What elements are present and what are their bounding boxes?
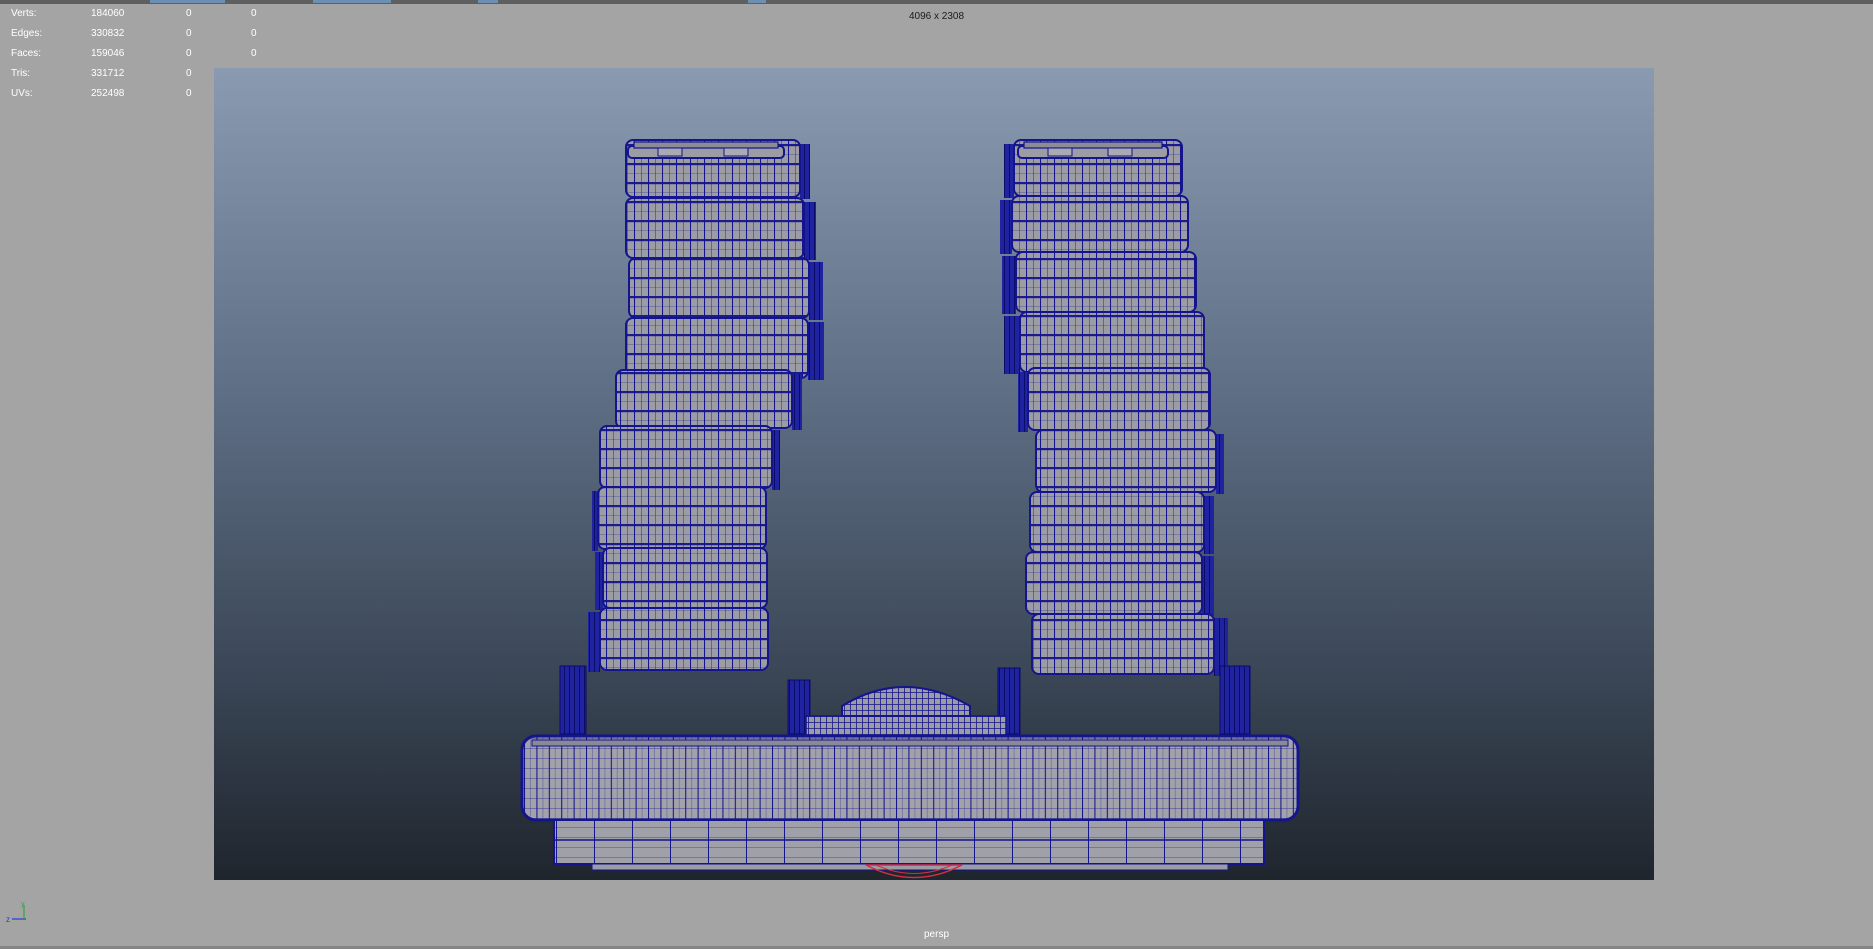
rooftop-unit	[1107, 147, 1133, 157]
hud-label: Edges:	[11, 28, 43, 39]
tower-side-fins	[1204, 496, 1214, 554]
rooftop-unit	[657, 147, 683, 157]
toolbar-strip-mark	[150, 0, 225, 3]
tower-floor-block	[1025, 551, 1203, 615]
tower-side-fins	[1000, 200, 1012, 254]
tower-floor-block	[1019, 311, 1205, 373]
hud-value-selected: 0	[186, 88, 192, 99]
tower-side-fins	[595, 552, 603, 610]
tower-side-fins	[1018, 372, 1028, 432]
tower-floor-block	[625, 197, 805, 259]
tower-floor-block	[615, 369, 793, 429]
tower-floor-block	[602, 547, 768, 609]
hud-value-extra: 0	[251, 28, 257, 39]
right-rooftop	[1017, 141, 1169, 159]
resolution-gate-label: 4096 x 2308	[908, 11, 965, 22]
podium-cornice	[531, 739, 1289, 747]
hud-value-total: 331712	[91, 68, 125, 79]
hud-label: UVs:	[11, 88, 33, 99]
hud-value-selected: 0	[186, 48, 192, 59]
axis-gizmo-icon: z y	[4, 900, 30, 924]
left-tower	[588, 139, 824, 672]
tower-side-fins	[800, 144, 810, 199]
rooftop-parapet	[633, 141, 779, 149]
podium-block	[520, 734, 1300, 822]
lobby-block	[805, 715, 1007, 737]
tower-side-fins	[792, 374, 802, 430]
left-rooftop	[627, 141, 785, 159]
hud-value-total: 159046	[91, 48, 125, 59]
hud-label: Tris:	[11, 68, 31, 79]
hud-value-selected: 0	[186, 28, 192, 39]
tower-side-fins	[588, 612, 600, 672]
hud-row-edges: Edges: 330832 0 0	[11, 24, 271, 44]
left-outer-fins	[559, 665, 587, 735]
right-outer-fins	[1219, 665, 1251, 735]
tower-floor-block	[1029, 491, 1205, 553]
tower-floor-block	[1031, 613, 1215, 675]
tower-floor-block	[597, 486, 767, 550]
rooftop-unit	[1047, 147, 1073, 157]
tower-side-fins	[772, 430, 780, 490]
tower-floor-block	[599, 607, 769, 671]
rooftop-parapet	[1023, 141, 1163, 149]
tower-side-fins	[1002, 256, 1016, 314]
hud-value-total: 252498	[91, 88, 125, 99]
tower-side-fins	[808, 322, 824, 380]
tower-side-fins	[1202, 556, 1214, 616]
tower-floor-block	[1011, 195, 1189, 253]
perspective-viewport[interactable]	[214, 68, 1654, 880]
hud-value-extra: 0	[251, 48, 257, 59]
hud-row-faces: Faces: 159046 0 0	[11, 44, 271, 64]
top-toolbar-strip	[0, 0, 1873, 4]
hud-label: Faces:	[11, 48, 42, 59]
hud-value-selected: 0	[186, 68, 192, 79]
toolbar-strip-mark	[478, 0, 498, 3]
tower-side-fins	[804, 202, 816, 260]
tower-side-fins	[1004, 316, 1020, 374]
tower-floor-block	[599, 425, 773, 489]
tower-side-fins	[809, 262, 823, 320]
axis-z-label: z	[6, 915, 10, 924]
camera-name-label: persp	[923, 929, 949, 940]
rooftop-unit	[723, 147, 749, 157]
tower-side-fins	[1216, 434, 1224, 494]
base-band	[553, 819, 1265, 865]
toolbar-strip-mark	[748, 0, 766, 3]
tower-floor-block	[1035, 429, 1217, 493]
tower-side-fins	[1004, 144, 1014, 198]
hud-value-total: 330832	[91, 28, 125, 39]
tower-floor-block	[628, 257, 810, 319]
toolbar-strip-mark	[313, 0, 391, 3]
building-wireframe-model[interactable]	[214, 68, 1654, 880]
right-tower	[1000, 139, 1228, 676]
tower-floor-block	[1027, 367, 1211, 431]
lobby-dome	[841, 686, 971, 717]
tower-floor-block	[1015, 251, 1197, 313]
axis-y-label: y	[21, 901, 25, 908]
